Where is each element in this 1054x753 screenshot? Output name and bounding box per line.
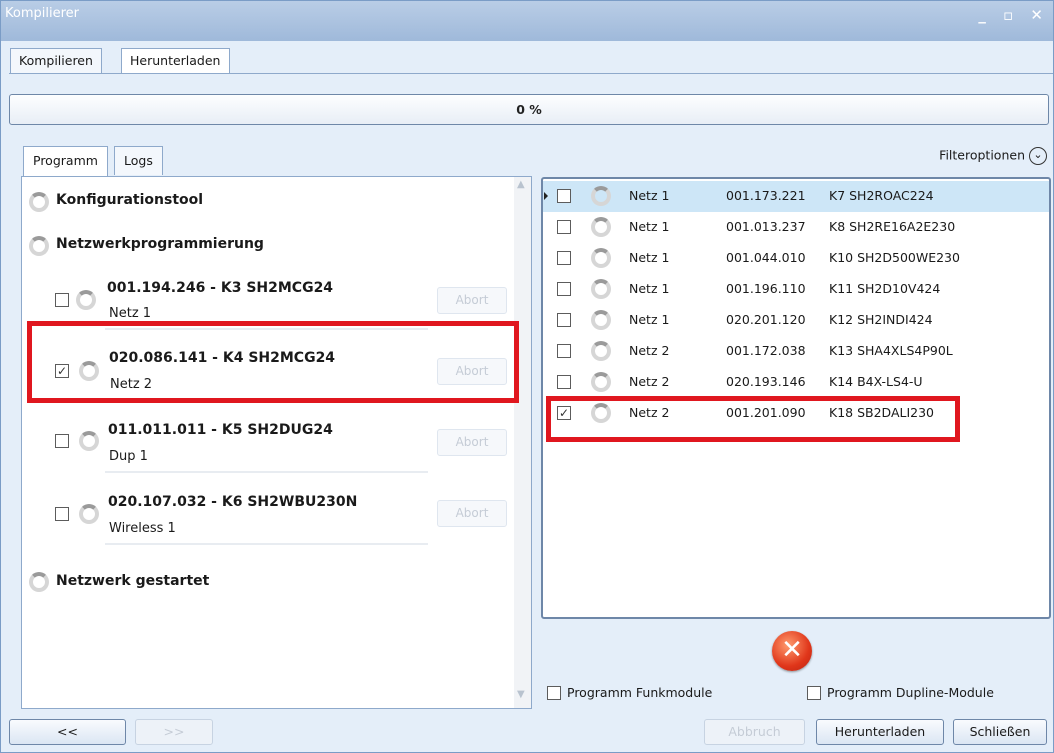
module-network: Netz 1 xyxy=(109,306,152,321)
module-title: 011.011.011 - K5 SH2DUG24 xyxy=(108,422,333,438)
row-checkbox[interactable] xyxy=(557,344,571,358)
loading-spinner-icon xyxy=(591,217,611,237)
tab-logs[interactable]: Logs xyxy=(114,146,163,175)
row-address: 020.201.120 xyxy=(726,312,806,327)
loading-spinner-icon xyxy=(29,192,49,212)
download-button[interactable]: Herunterladen xyxy=(816,719,944,745)
funk-modules-label: Programm Funkmodule xyxy=(567,685,713,700)
close-button[interactable]: Schließen xyxy=(953,719,1047,745)
loading-spinner-icon xyxy=(76,290,96,310)
row-module-name: K7 SH2ROAC224 xyxy=(829,188,934,203)
module-row[interactable]: Netz 1 001.196.110 K11 SH2D10V424 xyxy=(543,274,1049,305)
stage-network-started: Netzwerk gestartet xyxy=(56,573,210,589)
scroll-up-icon[interactable]: ▲ xyxy=(517,179,525,190)
abort-button[interactable]: Abort xyxy=(437,429,507,456)
row-network: Netz 1 xyxy=(629,188,670,203)
tab-programm[interactable]: Programm xyxy=(23,146,108,176)
window-controls[interactable]: _ ▫ ✕ xyxy=(978,6,1049,24)
loading-spinner-icon xyxy=(79,431,99,451)
row-network: Netz 1 xyxy=(629,250,670,265)
forward-button[interactable]: >> xyxy=(135,719,213,745)
loading-spinner-icon xyxy=(591,341,611,361)
dupline-modules-checkbox[interactable] xyxy=(807,686,821,700)
row-checkbox[interactable] xyxy=(557,220,571,234)
row-network: Netz 1 xyxy=(629,312,670,327)
row-network: Netz 2 xyxy=(629,343,670,358)
row-module-name: K13 SHA4XLS4P90L xyxy=(829,343,953,358)
divider xyxy=(105,471,428,473)
tab-divider xyxy=(9,73,1053,74)
stage-network-programming: Netzwerkprogrammierung xyxy=(56,236,264,252)
row-address: 001.044.010 xyxy=(726,250,806,265)
module-row[interactable]: Netz 1 001.013.237 K8 SH2RE16A2E230 xyxy=(543,212,1049,243)
stage-config-tool: Konfigurationstool xyxy=(56,192,204,208)
module-checkbox[interactable] xyxy=(55,293,69,307)
loading-spinner-icon xyxy=(591,279,611,299)
progress-label: 0 % xyxy=(516,102,542,117)
abort-button[interactable]: Abort xyxy=(437,287,507,314)
row-network: Netz 2 xyxy=(629,374,670,389)
row-network: Netz 1 xyxy=(629,219,670,234)
loading-spinner-icon xyxy=(79,504,99,524)
row-address: 020.193.146 xyxy=(726,374,806,389)
loading-spinner-icon xyxy=(29,572,49,592)
loading-spinner-icon xyxy=(591,372,611,392)
row-module-name: K11 SH2D10V424 xyxy=(829,281,941,296)
loading-spinner-icon xyxy=(591,186,611,206)
abbruch-button[interactable]: Abbruch xyxy=(704,719,805,745)
highlight-box xyxy=(27,321,519,403)
module-row[interactable]: Netz 1 001.044.010 K10 SH2D500WE230 xyxy=(543,243,1049,274)
row-checkbox[interactable] xyxy=(557,189,571,203)
module-network: Dup 1 xyxy=(109,449,148,464)
filter-options[interactable]: Filteroptionen ⌄ xyxy=(939,147,1047,165)
highlight-box xyxy=(546,396,960,442)
dupline-modules-label: Programm Dupline-Module xyxy=(827,685,994,700)
module-row[interactable]: Netz 1 001.173.221 K7 SH2ROAC224 xyxy=(543,181,1049,212)
tab-kompilieren[interactable]: Kompilieren xyxy=(10,48,102,73)
funk-modules-checkbox[interactable] xyxy=(547,686,561,700)
loading-spinner-icon xyxy=(591,310,611,330)
row-pointer-icon xyxy=(544,192,548,200)
row-module-name: K8 SH2RE16A2E230 xyxy=(829,219,956,234)
module-row[interactable]: Netz 2 020.193.146 K14 B4X-LS4-U xyxy=(543,367,1049,398)
tab-herunterladen[interactable]: Herunterladen xyxy=(121,48,230,74)
module-checkbox[interactable] xyxy=(55,507,69,521)
error-icon[interactable]: ✕ xyxy=(772,631,812,671)
row-address: 001.013.237 xyxy=(726,219,806,234)
progress-bar: 0 % xyxy=(9,94,1049,125)
program-steps-panel: Konfigurationstool Netzwerkprogrammierun… xyxy=(21,176,532,709)
row-address: 001.173.221 xyxy=(726,188,806,203)
filter-options-label: Filteroptionen xyxy=(939,147,1025,163)
back-button[interactable]: << xyxy=(9,719,126,745)
module-row[interactable]: Netz 2 001.172.038 K13 SHA4XLS4P90L xyxy=(543,336,1049,367)
row-checkbox[interactable] xyxy=(557,282,571,296)
module-network: Wireless 1 xyxy=(109,521,176,536)
row-address: 001.196.110 xyxy=(726,281,806,296)
row-module-name: K14 B4X-LS4-U xyxy=(829,374,923,389)
divider xyxy=(105,543,428,545)
row-checkbox[interactable] xyxy=(557,313,571,327)
window-title: Kompilierer xyxy=(5,6,79,21)
scroll-down-icon[interactable]: ▼ xyxy=(517,689,525,700)
row-checkbox[interactable] xyxy=(557,251,571,265)
row-network: Netz 1 xyxy=(629,281,670,296)
row-checkbox[interactable] xyxy=(557,375,571,389)
compiler-window: Kompilierer _ ▫ ✕ Kompilieren Herunterla… xyxy=(0,0,1054,753)
chevron-down-icon[interactable]: ⌄ xyxy=(1029,147,1047,165)
loading-spinner-icon xyxy=(591,248,611,268)
title-bar: Kompilierer _ ▫ ✕ xyxy=(1,1,1053,41)
row-module-name: K12 SH2INDI424 xyxy=(829,312,933,327)
module-row[interactable]: Netz 1 020.201.120 K12 SH2INDI424 xyxy=(543,305,1049,336)
module-title: 001.194.246 - K3 SH2MCG24 xyxy=(107,280,334,296)
module-checkbox[interactable] xyxy=(55,434,69,448)
row-address: 001.172.038 xyxy=(726,343,806,358)
loading-spinner-icon xyxy=(29,236,49,256)
abort-button[interactable]: Abort xyxy=(437,500,507,527)
row-module-name: K10 SH2D500WE230 xyxy=(829,250,960,265)
module-title: 020.107.032 - K6 SH2WBU230N xyxy=(108,494,358,510)
left-scrollbar[interactable]: ▲ ▼ xyxy=(514,177,531,708)
